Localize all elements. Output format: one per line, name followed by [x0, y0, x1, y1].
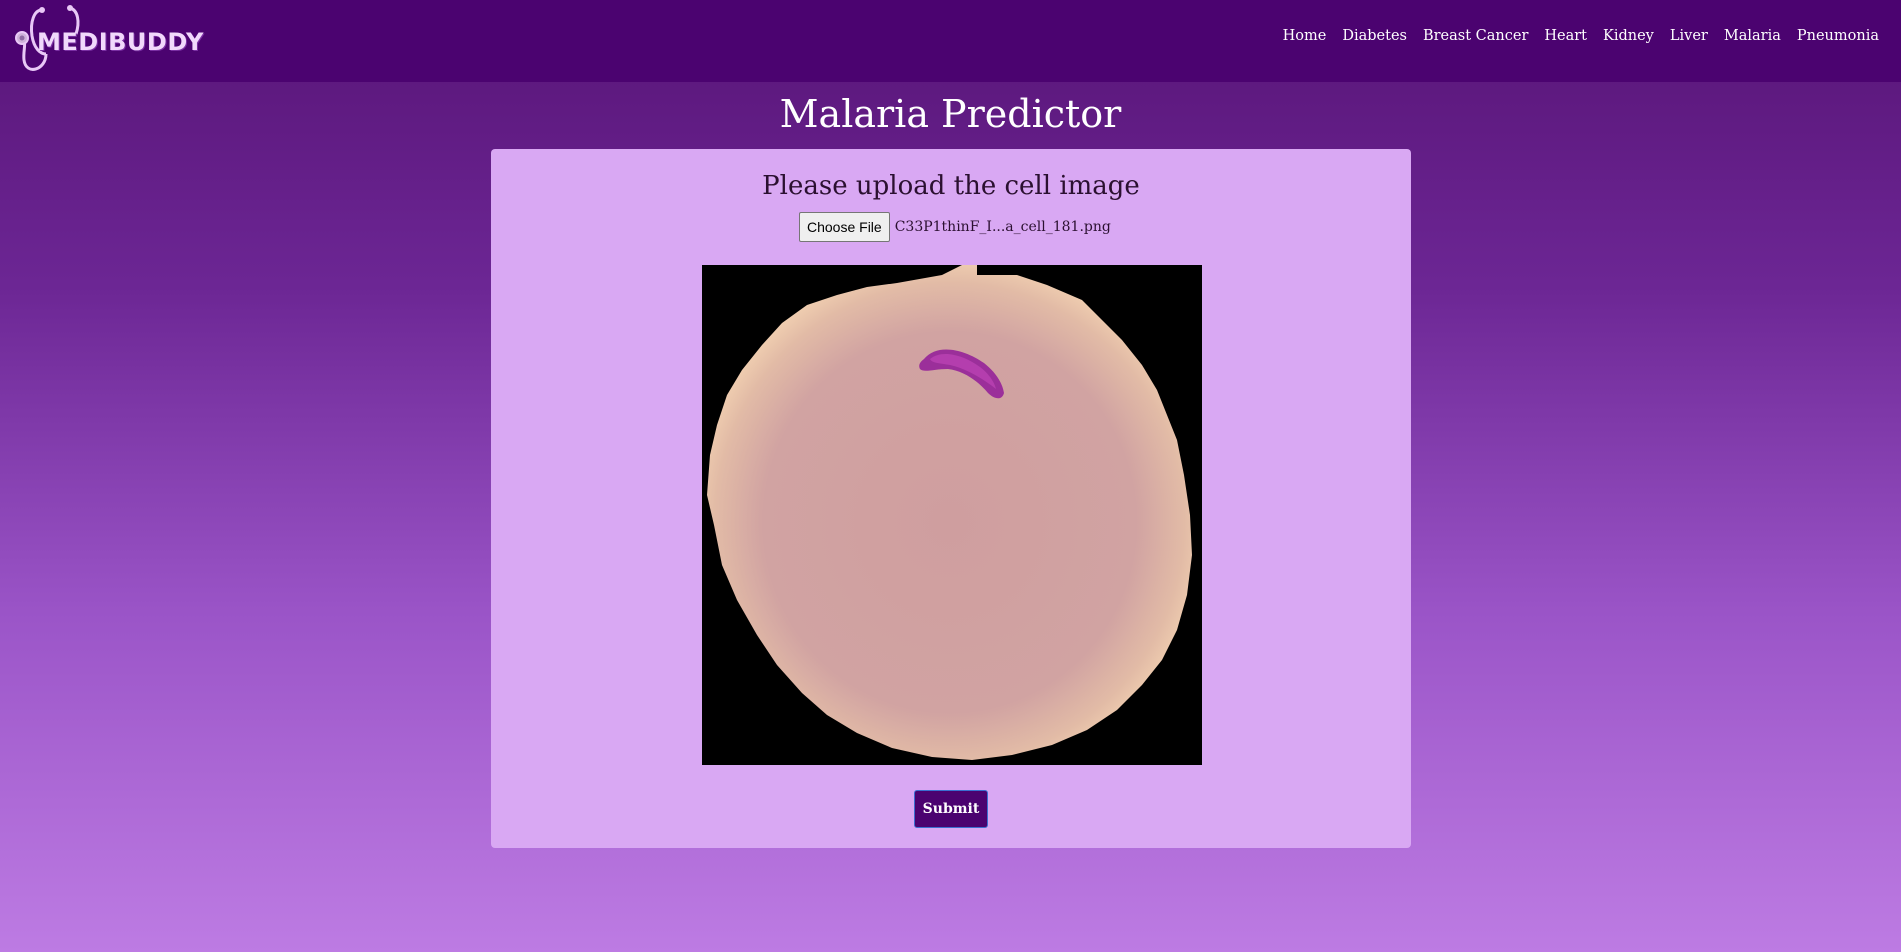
selected-file-name: C33P1thinF_I...a_cell_181.png [894, 219, 1111, 235]
nav-pneumonia[interactable]: Pneumonia [1797, 28, 1879, 44]
top-navbar: MEDIBUDDY Home Diabetes Breast Cancer He… [0, 0, 1901, 82]
nav-kidney[interactable]: Kidney [1603, 28, 1654, 44]
upload-heading: Please upload the cell image [762, 171, 1140, 201]
submit-button[interactable]: Submit [914, 790, 988, 828]
cell-image [702, 265, 1202, 765]
page-title: Malaria Predictor [779, 92, 1122, 136]
brand-name: MEDIBUDDY [37, 28, 204, 56]
cell-image-preview [702, 265, 1202, 765]
nav-home[interactable]: Home [1283, 28, 1327, 44]
upload-card: Please upload the cell image Choose File… [491, 149, 1411, 848]
brand-logo[interactable]: MEDIBUDDY [12, 4, 204, 78]
file-input: Choose File C33P1thinF_I...a_cell_181.pn… [799, 212, 1111, 242]
nav-breast-cancer[interactable]: Breast Cancer [1423, 28, 1528, 44]
nav-diabetes[interactable]: Diabetes [1342, 28, 1407, 44]
nav-heart[interactable]: Heart [1544, 28, 1587, 44]
main-nav: Home Diabetes Breast Cancer Heart Kidney… [1283, 28, 1879, 44]
nav-liver[interactable]: Liver [1670, 28, 1708, 44]
choose-file-button[interactable]: Choose File [799, 212, 890, 242]
nav-malaria[interactable]: Malaria [1724, 28, 1781, 44]
